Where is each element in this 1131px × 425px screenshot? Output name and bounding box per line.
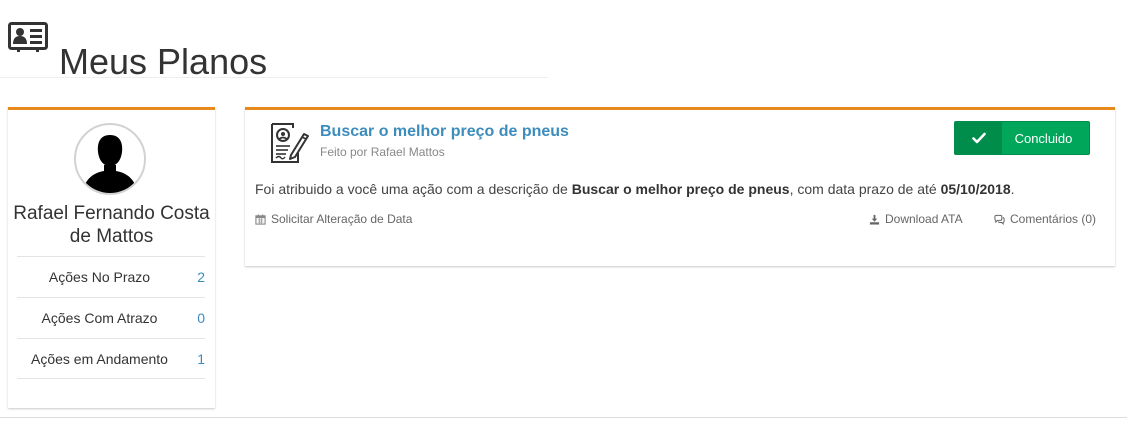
- page-title: Meus Planos: [59, 41, 268, 83]
- task-title-link[interactable]: Buscar o melhor preço de pneus: [320, 123, 569, 141]
- stat-row-in-progress[interactable]: Ações em Andamento 1: [17, 338, 205, 379]
- footer-divider: [0, 417, 1127, 418]
- request-date-change-link[interactable]: Solicitar Alteração de Data: [255, 212, 412, 226]
- calendar-icon: [255, 213, 266, 225]
- concluded-button[interactable]: Concluido: [954, 121, 1090, 155]
- stat-value[interactable]: 2: [197, 269, 205, 285]
- stat-label: Ações Com Atrazo: [41, 310, 158, 326]
- stats-list: Ações No Prazo 2 Ações Com Atrazo 0 Açõe…: [17, 256, 205, 379]
- checkmark-icon: [955, 122, 1002, 154]
- task-card: Buscar o melhor preço de pneus Feito por…: [245, 107, 1115, 266]
- stat-value[interactable]: 1: [197, 351, 205, 367]
- profile-card: Rafael Fernando Costa de Mattos Ações No…: [8, 107, 215, 408]
- comments-link[interactable]: Comentários (0): [994, 212, 1096, 226]
- avatar: [74, 123, 146, 195]
- task-author: Feito por Rafael Mattos: [320, 145, 445, 159]
- desc-suffix: .: [1010, 181, 1015, 197]
- desc-task-name: Buscar o melhor preço de pneus: [571, 181, 790, 197]
- stat-row-late[interactable]: Ações Com Atrazo 0: [17, 297, 205, 338]
- download-ata-label: Download ATA: [885, 212, 963, 226]
- comments-icon: [994, 214, 1005, 225]
- task-description: Foi atribuido a você uma ação com a desc…: [255, 181, 1015, 197]
- stat-row-on-time[interactable]: Ações No Prazo 2: [17, 256, 205, 297]
- desc-middle: , com data prazo de até: [789, 181, 941, 197]
- id-card-icon: [8, 22, 48, 54]
- profile-name: Rafael Fernando Costa de Mattos: [13, 203, 210, 247]
- task-actions: Solicitar Alteração de Data Download ATA…: [255, 212, 1101, 228]
- desc-date: 05/10/2018: [940, 181, 1011, 197]
- contract-signature-icon: [268, 122, 310, 164]
- stat-label: Ações No Prazo: [48, 269, 151, 285]
- desc-prefix: Foi atribuido a você uma ação com a desc…: [255, 181, 572, 197]
- page-header: Meus Planos: [0, 0, 548, 82]
- user-silhouette-icon: [82, 135, 138, 193]
- comments-label: Comentários (0): [1010, 212, 1097, 226]
- stat-value[interactable]: 0: [197, 310, 205, 326]
- stat-label: Ações em Andamento: [31, 351, 168, 367]
- concluded-label: Concluido: [1014, 130, 1073, 146]
- download-ata-link[interactable]: Download ATA: [869, 212, 963, 226]
- download-icon: [869, 214, 880, 225]
- request-date-change-label: Solicitar Alteração de Data: [271, 212, 413, 226]
